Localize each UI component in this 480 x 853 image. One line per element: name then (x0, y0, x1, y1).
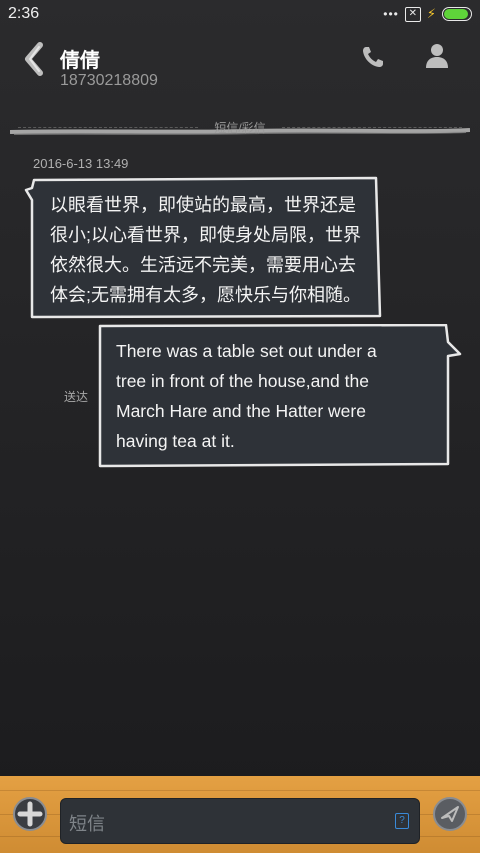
outgoing-message-text: There was a table set out under a tree i… (116, 336, 432, 456)
message-input[interactable]: 短信 ? (60, 798, 420, 844)
contact-name[interactable]: 倩倩 (60, 44, 100, 73)
message-type-divider: 短信/彩信 (18, 118, 462, 136)
outgoing-message-bubble[interactable]: There was a table set out under a tree i… (96, 324, 464, 468)
message-input-placeholder: 短信 (69, 814, 105, 834)
no-sim-icon: ✕ (404, 6, 421, 22)
back-arrow-icon[interactable] (22, 42, 48, 76)
outgoing-line: having tea at it. (116, 431, 235, 451)
phone-icon[interactable] (360, 44, 386, 70)
incoming-line: 很小;以心看世界，即使身处局限，世界 (50, 225, 361, 245)
status-bar: 2:36 ••• ✕ ⚡ (0, 0, 480, 30)
incoming-line: 依然很大。生活远不完美，需要用心去 (50, 255, 356, 275)
incoming-line: 以眼看世界，即使站的最高，世界还是 (50, 195, 356, 215)
template-icon[interactable]: ? (395, 813, 409, 829)
incoming-message-bubble[interactable]: 以眼看世界，即使站的最高，世界还是 很小;以心看世界，即使身处局限，世界 依然很… (24, 176, 384, 320)
status-time: 2:36 (8, 5, 40, 22)
status-icons: ••• ✕ ⚡ (383, 6, 472, 22)
conversation-header: 倩倩 18730218809 (0, 30, 480, 135)
send-icon[interactable] (432, 796, 468, 832)
outgoing-line: tree in front of the house,and the (116, 371, 369, 391)
incoming-line: 体会;无需拥有太多，愿快乐与你相随。 (50, 285, 361, 305)
contact-person-icon[interactable] (424, 42, 450, 70)
dots-icon: ••• (383, 7, 399, 21)
battery-level (444, 9, 468, 19)
compose-bar: 短信 ? (0, 776, 480, 853)
delivery-status: 送达 (64, 390, 89, 404)
contact-number: 18730218809 (60, 72, 158, 89)
wood-grain (0, 790, 480, 791)
battery-icon (442, 7, 472, 21)
outgoing-line: March Hare and the Hatter were (116, 401, 366, 421)
add-attachment-icon[interactable] (12, 796, 48, 832)
outgoing-line: There was a table set out under a (116, 341, 377, 361)
charging-bolt-icon: ⚡ (426, 6, 436, 21)
incoming-message-text: 以眼看世界，即使站的最高，世界还是 很小;以心看世界，即使身处局限，世界 依然很… (50, 190, 370, 310)
message-timestamp: 2016-6-13 13:49 (33, 156, 129, 171)
divider-line-right (282, 127, 462, 128)
